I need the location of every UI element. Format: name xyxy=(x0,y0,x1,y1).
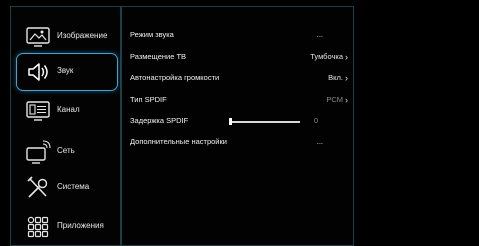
channel-list-icon xyxy=(25,98,51,124)
chevron-right-icon: › xyxy=(345,95,348,105)
row-value-wrap: Вкл. › xyxy=(328,73,348,83)
advanced-settings-row[interactable]: Дополнительные настройки ... xyxy=(130,137,348,149)
row-label: Режим звука xyxy=(130,30,174,39)
row-label: Тип SPDIF xyxy=(130,95,167,104)
sidebar-item-sound[interactable]: Звук xyxy=(16,53,118,91)
chevron-right-icon: › xyxy=(345,52,348,62)
sound-mode-row[interactable]: Режим звука ... xyxy=(130,30,348,42)
row-label: Дополнительные настройки xyxy=(130,137,227,146)
auto-volume-row[interactable]: Автонастройка громкости Вкл. › xyxy=(130,73,348,85)
network-icon xyxy=(25,139,51,165)
sidebar-item-label: Звук xyxy=(57,66,74,75)
sidebar-item-label: Приложения xyxy=(57,221,104,230)
spdif-type-row[interactable]: Тип SPDIF PCM › xyxy=(130,95,348,107)
row-value-wrap: Тумбочка › xyxy=(310,52,348,62)
picture-icon xyxy=(25,24,51,50)
apps-grid-icon xyxy=(25,214,51,240)
sidebar-item-label: Изображение xyxy=(57,31,108,40)
row-value: ... xyxy=(316,137,323,146)
sidebar-item-apps[interactable]: Приложения xyxy=(17,209,120,245)
sidebar-item-picture[interactable]: Изображение xyxy=(17,19,120,55)
sidebar-item-label: Сеть xyxy=(57,146,75,155)
sidebar-item-label: Система xyxy=(57,182,90,191)
sidebar-item-label: Канал xyxy=(57,105,80,114)
row-value: ... xyxy=(316,30,323,39)
settings-sidebar: Изображение Звук Канал Сеть Система Прил… xyxy=(10,6,121,246)
row-value: PCM xyxy=(326,95,343,104)
spdif-delay-slider-handle[interactable] xyxy=(229,118,232,125)
row-value: 0 xyxy=(313,116,318,125)
chevron-right-icon: › xyxy=(345,73,348,83)
row-value: Тумбочка xyxy=(310,52,343,61)
spdif-delay-slider-track[interactable] xyxy=(230,121,300,123)
sound-settings-panel: Режим звука ... Размещение ТВ Тумбочка › … xyxy=(121,6,354,246)
row-value: Вкл. xyxy=(328,73,343,82)
row-label: Задержка SPDIF xyxy=(130,116,189,125)
row-label: Размещение ТВ xyxy=(130,52,187,61)
tools-icon xyxy=(25,175,51,201)
row-label: Автонастройка громкости xyxy=(130,73,220,82)
spdif-delay-row[interactable]: Задержка SPDIF 0 xyxy=(130,116,348,128)
tv-placement-row[interactable]: Размещение ТВ Тумбочка › xyxy=(130,52,348,64)
row-value-wrap: PCM › xyxy=(326,95,348,105)
sidebar-item-channel[interactable]: Канал xyxy=(17,93,120,129)
sidebar-item-network[interactable]: Сеть xyxy=(17,134,120,170)
sidebar-item-system[interactable]: Система xyxy=(17,170,120,206)
speaker-icon xyxy=(25,59,51,85)
